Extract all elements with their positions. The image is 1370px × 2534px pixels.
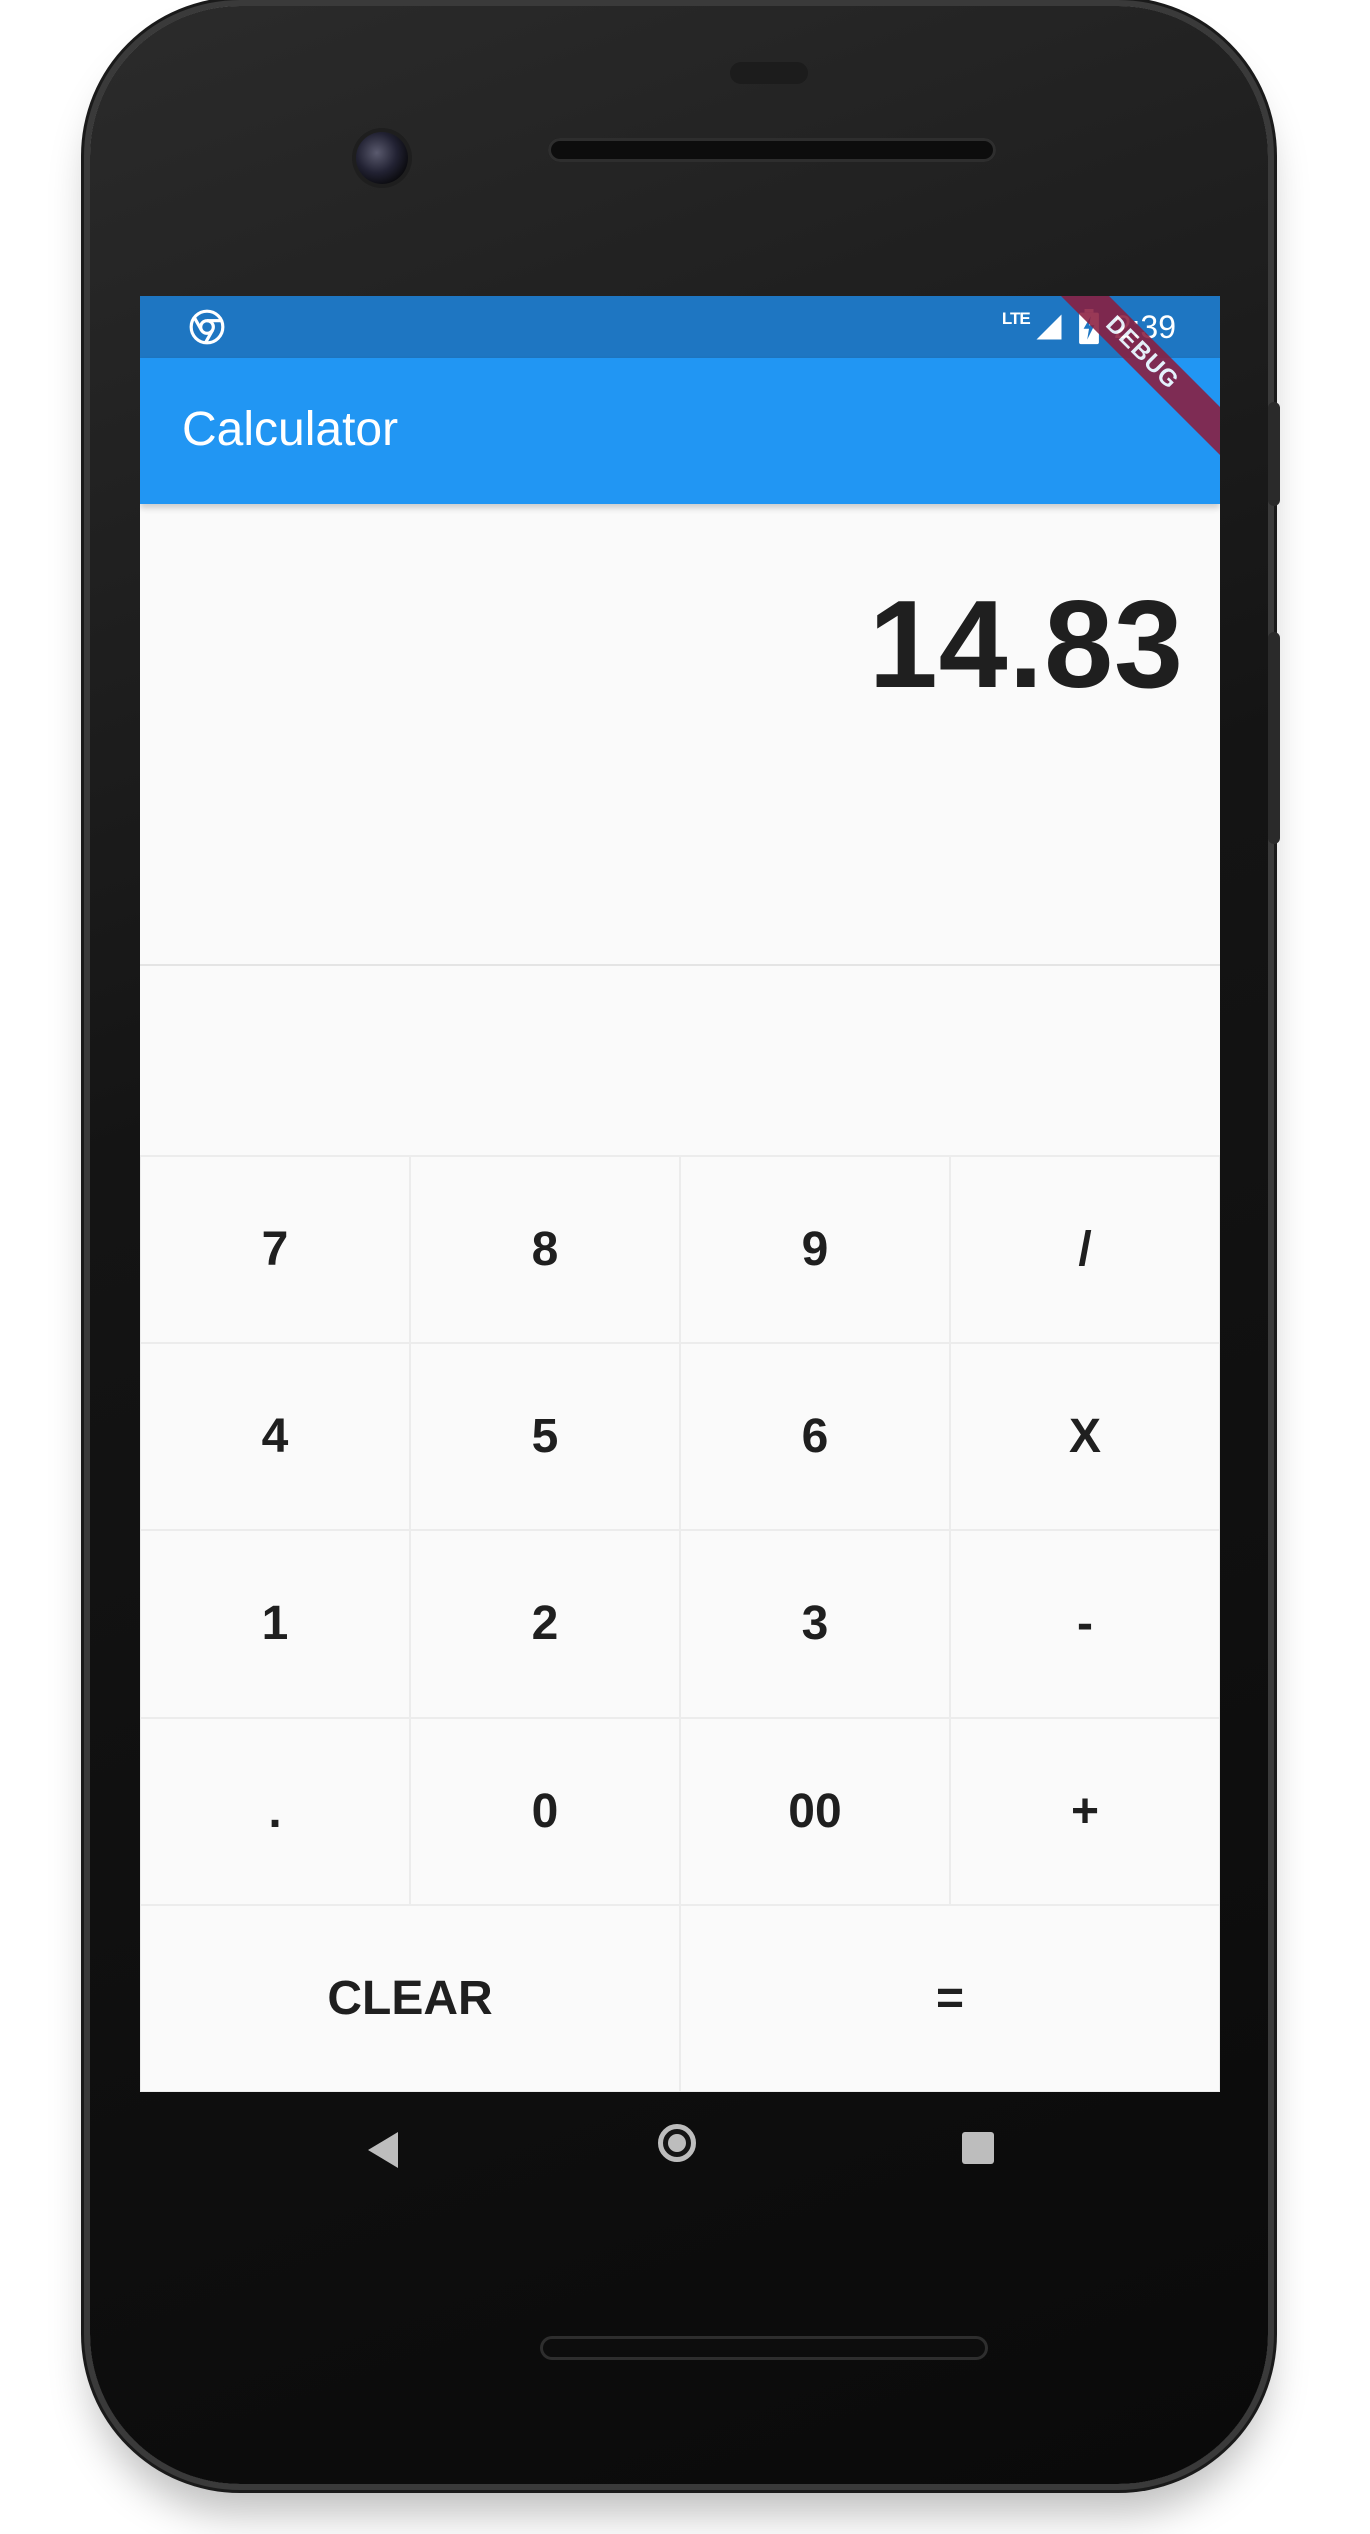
key-decimal[interactable]: .	[140, 1716, 411, 1906]
result-value: 14.83	[868, 576, 1184, 714]
network-type: LTE	[1001, 309, 1031, 328]
key-9[interactable]: 9	[679, 1155, 951, 1345]
status-bar: LTE 2:39	[140, 296, 1220, 358]
volume-rocker	[1268, 632, 1280, 844]
page-title: Calculator	[182, 403, 399, 456]
key-add[interactable]: +	[949, 1716, 1220, 1906]
result-display: 14.83	[140, 504, 1220, 1266]
front-camera-icon	[356, 132, 408, 184]
proximity-sensor	[730, 62, 808, 84]
key-multiply[interactable]: X	[949, 1342, 1220, 1532]
key-3[interactable]: 3	[679, 1529, 951, 1719]
app-bar: Calculator	[140, 358, 1220, 504]
key-subtract[interactable]: -	[949, 1529, 1220, 1719]
key-1[interactable]: 1	[140, 1529, 411, 1719]
earpiece-speaker	[548, 138, 996, 162]
phone-screen: LTE 2:39 Calculator DEBUG 14.83 7 8 9 / …	[140, 296, 1220, 2092]
key-0[interactable]: 0	[409, 1716, 681, 1906]
navigation-bar	[140, 2092, 1220, 2212]
signal-icon	[1036, 314, 1062, 340]
back-triangle-icon[interactable]	[368, 2132, 398, 2168]
key-6[interactable]: 6	[679, 1342, 951, 1532]
key-4[interactable]: 4	[140, 1342, 411, 1532]
recents-square-icon[interactable]	[962, 2132, 994, 2164]
bottom-speaker	[540, 2336, 988, 2360]
home-circle-icon[interactable]	[658, 2124, 696, 2162]
power-button	[1268, 402, 1280, 506]
divider	[140, 964, 1220, 966]
clear-button[interactable]: CLEAR	[140, 1903, 681, 2092]
key-7[interactable]: 7	[140, 1155, 411, 1345]
keypad: 7 8 9 / 4 5 6 X 1 2 3 - . 0 00 + CLEAR =	[140, 1155, 1220, 2092]
key-00[interactable]: 00	[679, 1716, 951, 1906]
key-divide[interactable]: /	[949, 1155, 1220, 1345]
key-8[interactable]: 8	[409, 1155, 681, 1345]
equals-button[interactable]: =	[679, 1903, 1220, 2092]
chrome-icon	[189, 309, 225, 345]
key-5[interactable]: 5	[409, 1342, 681, 1532]
key-2[interactable]: 2	[409, 1529, 681, 1719]
